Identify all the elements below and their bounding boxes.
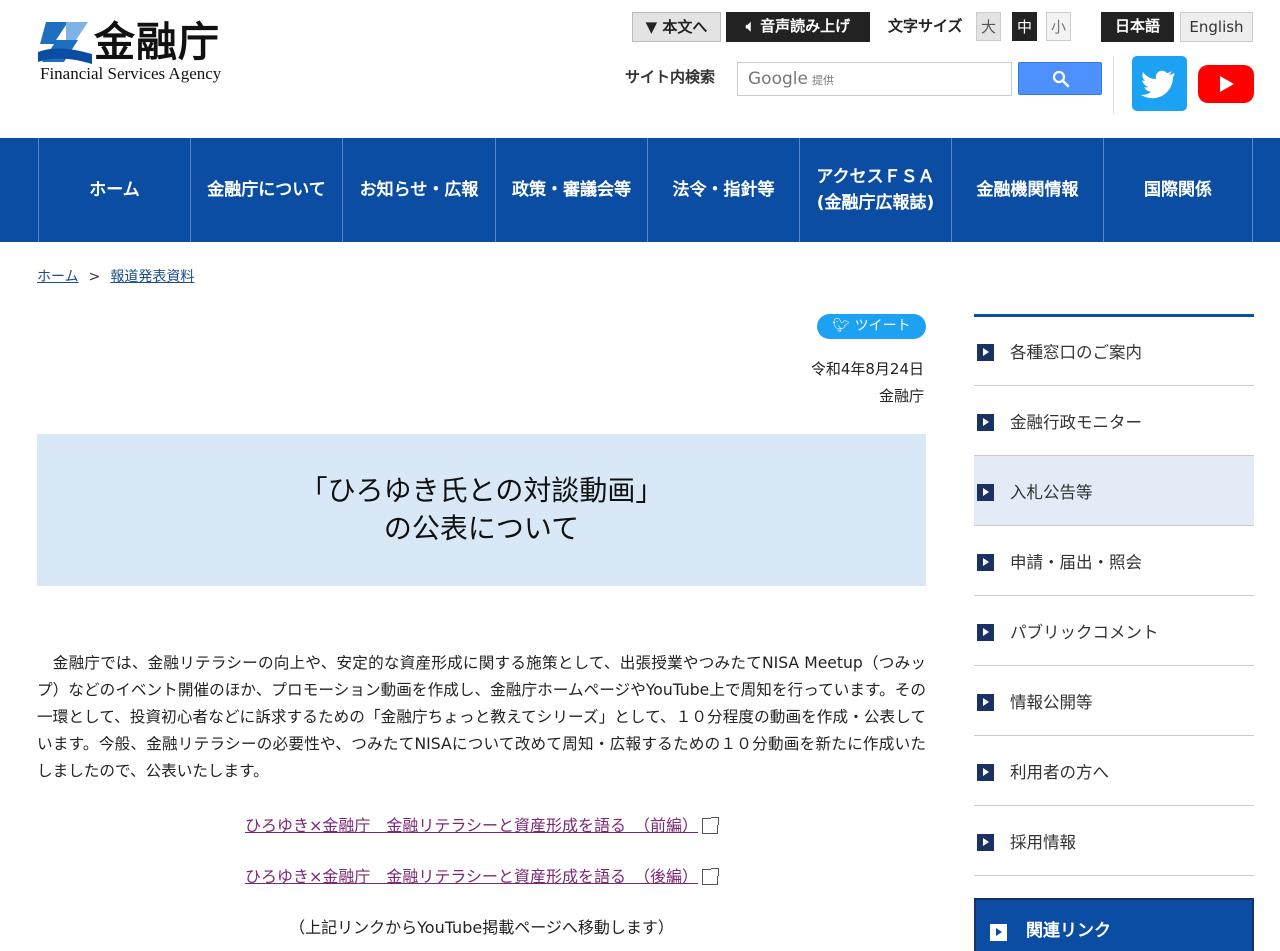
speaker-icon: 🔈︎ <box>745 17 755 35</box>
external-link-icon <box>702 868 720 885</box>
twitter-bird-icon <box>1141 70 1175 99</box>
google-brand-text: Google <box>748 69 808 89</box>
search-icon <box>1052 70 1070 88</box>
nav-item-home[interactable]: ホーム <box>38 138 190 242</box>
sidebar-item-contact[interactable]: 各種窓口のご案内 <box>974 316 1254 386</box>
nav-item-institutions[interactable]: 金融機関情報 <box>951 138 1103 242</box>
sidebar-item-label: パブリックコメント <box>1010 622 1159 642</box>
global-nav: ホーム 金融庁について お知らせ・広報 政策・審議会等 法令・指針等 アクセスＦ… <box>0 138 1280 242</box>
nav-item-international[interactable]: 国際関係 <box>1103 138 1252 242</box>
sidebar-item-label: 申請・届出・照会 <box>1010 552 1142 572</box>
arrow-icon <box>990 924 1007 941</box>
font-size-small-button[interactable]: 小 <box>1046 12 1071 41</box>
sidebar-item-public-comment[interactable]: パブリックコメント <box>974 596 1254 666</box>
video-link-part1[interactable]: ひろゆき×金融庁 金融リテラシーと資産形成を語る （前編） <box>245 816 698 835</box>
sidebar-item-label: 利用者の方へ <box>1010 762 1109 782</box>
release-date: 令和4年8月24日 <box>810 360 924 378</box>
arrow-icon <box>977 834 994 851</box>
breadcrumb-home-link[interactable]: ホーム <box>37 269 79 285</box>
nav-item-about[interactable]: 金融庁について <box>190 138 342 242</box>
logo-english-name: Financial Services Agency <box>40 64 222 83</box>
search-provided-text: 提供 <box>811 74 834 87</box>
tweet-button[interactable]: 🐦︎ ツイート <box>817 314 926 339</box>
article-body: 金融庁では、金融リテラシーの向上や、安定的な資産形成に関する施策として、出張授業… <box>37 654 926 780</box>
read-aloud-label: 音声読み上げ <box>760 17 851 35</box>
sidebar-item-disclosure[interactable]: 情報公開等 <box>974 666 1254 736</box>
skip-to-content-button[interactable]: ▼ 本文へ <box>632 12 721 42</box>
arrow-icon <box>977 344 994 361</box>
read-aloud-button[interactable]: 🔈︎ 音声読み上げ <box>726 12 870 42</box>
arrow-icon <box>977 484 994 501</box>
language-japanese-button[interactable]: 日本語 <box>1101 12 1174 42</box>
article-title-box: 「ひろゆき氏との対談動画」 の公表について <box>37 434 926 586</box>
nav-item-laws[interactable]: 法令・指針等 <box>647 138 799 242</box>
fsa-logo[interactable]: 金融庁 Financial Services Agency <box>38 16 238 86</box>
header-divider <box>1113 56 1114 114</box>
video-link-row-1: ひろゆき×金融庁 金融リテラシーと資産形成を語る （前編） <box>37 812 926 836</box>
site-search-label: サイト内検索 <box>625 68 716 86</box>
article-title: 「ひろゆき氏との対談動画」 の公表について <box>299 474 664 545</box>
font-size-medium-button[interactable]: 中 <box>1012 12 1037 41</box>
nav-item-access-fsa[interactable]: アクセスＦＳＡ (金融庁広報誌) <box>799 138 951 242</box>
breadcrumb-separator: > <box>88 269 101 285</box>
release-issuer: 金融庁 <box>878 387 924 405</box>
breadcrumb: ホーム > 報道発表資料 <box>37 266 194 286</box>
sidebar-item-recruit[interactable]: 採用情報 <box>974 806 1254 876</box>
external-link-icon <box>702 817 720 834</box>
twitter-button[interactable] <box>1132 56 1187 111</box>
sidebar-item-bidding[interactable]: 入札公告等 <box>974 456 1254 526</box>
nav-item-news[interactable]: お知らせ・広報 <box>342 138 495 242</box>
arrow-icon <box>977 414 994 431</box>
arrow-icon <box>977 694 994 711</box>
tweet-label: ツイート <box>854 318 911 334</box>
breadcrumb-press-release-link[interactable]: 報道発表資料 <box>110 269 194 285</box>
release-info: 令和4年8月24日 金融庁 <box>811 356 924 410</box>
nav-divider <box>1252 138 1253 242</box>
sidebar-item-label: 入札公告等 <box>1010 482 1093 502</box>
arrow-icon <box>977 554 994 571</box>
logo-japanese-name: 金融庁 <box>94 18 220 66</box>
fsa-logo-mark-icon <box>38 22 92 64</box>
video-link-row-2: ひろゆき×金融庁 金融リテラシーと資産形成を語る （後編） <box>37 863 926 887</box>
sidebar-item-label: 採用情報 <box>1010 832 1076 852</box>
search-input[interactable]: Google 提供 <box>737 62 1012 96</box>
youtube-note: （上記リンクからYouTube掲載ページへ移動します） <box>289 918 674 937</box>
search-button[interactable] <box>1018 62 1102 95</box>
video-link-part2[interactable]: ひろゆき×金融庁 金融リテラシーと資産形成を語る （後編） <box>245 867 698 886</box>
sidebar-item-label: 金融行政モニター <box>1010 412 1142 432</box>
youtube-play-icon <box>1220 76 1234 92</box>
font-size-label: 文字サイズ <box>888 17 963 35</box>
sidebar-item-monitor[interactable]: 金融行政モニター <box>974 386 1254 456</box>
arrow-icon <box>977 624 994 641</box>
related-links-button[interactable]: 関連リンク <box>974 898 1254 951</box>
twitter-bird-icon: 🐦︎ <box>832 318 851 334</box>
arrow-icon <box>977 764 994 781</box>
sidebar-item-label: 情報公開等 <box>1010 692 1093 712</box>
sidebar-item-users[interactable]: 利用者の方へ <box>974 736 1254 806</box>
related-links-label: 関連リンク <box>1026 921 1111 941</box>
font-size-large-button[interactable]: 大 <box>976 12 1001 41</box>
language-english-button[interactable]: English <box>1180 12 1253 42</box>
sidebar-item-label: 各種窓口のご案内 <box>1010 342 1142 362</box>
nav-item-policy[interactable]: 政策・審議会等 <box>495 138 647 242</box>
sidebar-item-application[interactable]: 申請・届出・照会 <box>974 526 1254 596</box>
youtube-button[interactable] <box>1198 65 1254 103</box>
